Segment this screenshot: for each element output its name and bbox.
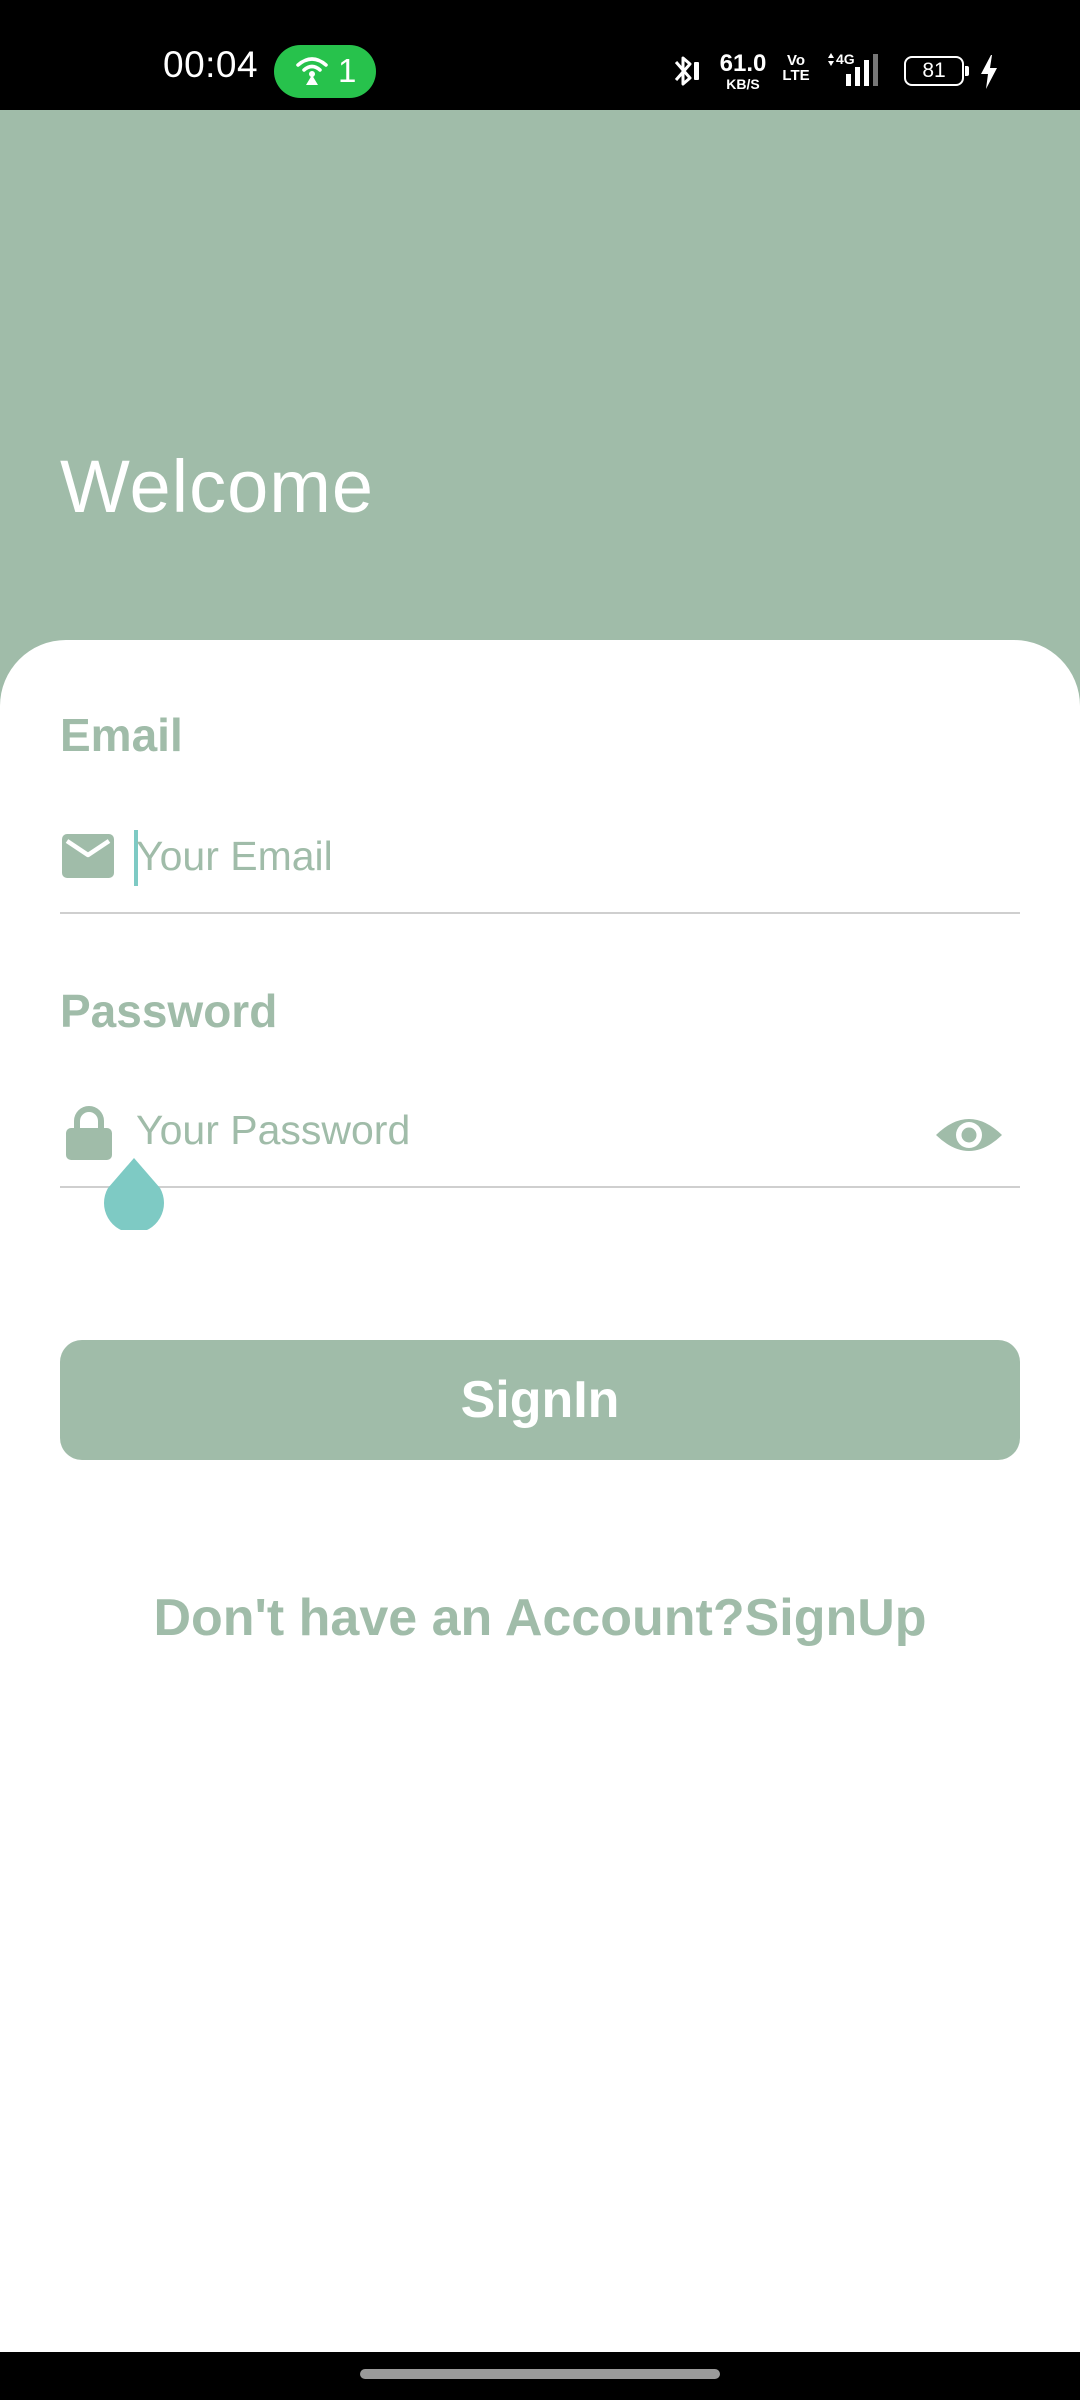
volte-bottom: LTE xyxy=(782,67,810,84)
network-speed-value: 61.0 xyxy=(719,50,767,77)
navigation-bar xyxy=(0,2352,1080,2400)
network-speed: 61.0 KB/S xyxy=(718,50,768,92)
text-selection-handle[interactable] xyxy=(102,1156,166,1230)
bluetooth-icon xyxy=(674,56,699,86)
header-banner: Welcome xyxy=(0,110,1080,710)
eye-icon[interactable] xyxy=(934,1112,1004,1158)
email-label: Email xyxy=(60,709,183,761)
signal-icon: 4G xyxy=(828,51,878,86)
page-title: Welcome xyxy=(60,445,375,528)
password-field[interactable] xyxy=(60,1088,1020,1188)
lock-icon xyxy=(66,1106,112,1160)
hotspot-indicator: 1 xyxy=(274,45,376,98)
volte-top: Vo xyxy=(786,52,806,69)
network-speed-unit: KB/S xyxy=(726,76,760,92)
charging-icon xyxy=(981,55,997,89)
password-input[interactable] xyxy=(136,1094,896,1166)
signin-button[interactable]: SignIn xyxy=(60,1340,1020,1460)
battery-indicator: 81 xyxy=(904,56,969,86)
status-bar: 00:04 1 61.0 KB/S Vo LTE 4G 81 xyxy=(0,0,1080,110)
hotspot-count: 1 xyxy=(338,52,357,89)
network-type: 4G xyxy=(836,51,855,67)
volte-indicator: Vo LTE xyxy=(776,53,816,83)
status-time: 00:04 xyxy=(163,44,259,85)
login-card: Email Password SignIn Don't have an Acco… xyxy=(0,640,1080,2352)
email-field[interactable] xyxy=(60,814,1020,914)
mail-icon xyxy=(62,834,114,878)
home-gesture-handle[interactable] xyxy=(360,2369,720,2379)
password-label: Password xyxy=(60,985,278,1037)
email-input[interactable] xyxy=(136,820,896,892)
signup-link[interactable]: Don't have an Account?SignUp xyxy=(0,1588,1080,1648)
hotspot-icon xyxy=(296,57,328,85)
battery-level: 81 xyxy=(922,59,946,82)
signal-indicator: 4G xyxy=(826,50,882,95)
